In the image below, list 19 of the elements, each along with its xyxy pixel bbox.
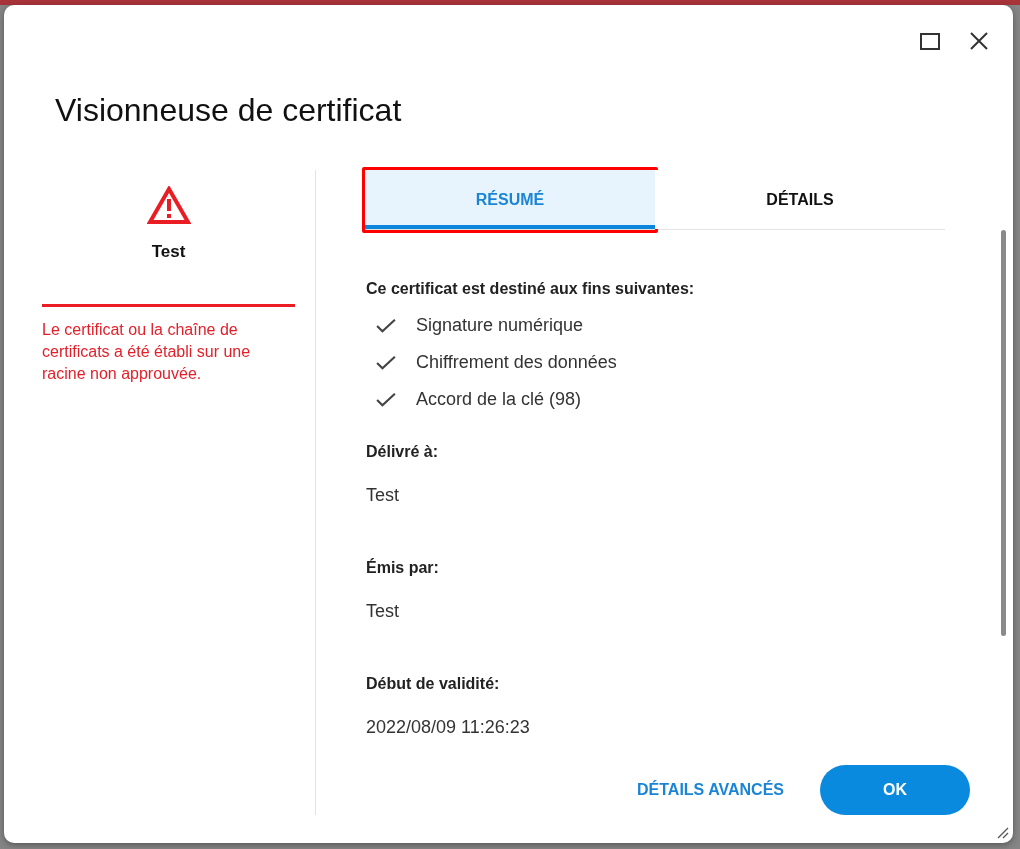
purpose-label: Signature numérique — [416, 315, 584, 336]
resize-grip-icon[interactable] — [997, 827, 1009, 839]
status-message: Le certificat ou la chaîne de certificats a été établi sur une racine non approuvée. — [42, 320, 252, 384]
certificate-subject: Test — [151, 241, 186, 263]
scrollbar-thumb[interactable] — [1001, 230, 1006, 636]
tab[interactable]: RÉSUMÉ — [365, 170, 655, 229]
field-label: Émis par: — [366, 558, 440, 578]
field-label: Délivré à: — [366, 442, 440, 462]
primary-button[interactable]: OK — [820, 765, 970, 815]
field-value: 2022/08/09 11:26:23 — [366, 716, 531, 739]
dialog-title: Visionneuse de certificat — [55, 91, 403, 129]
purposes-heading: Ce certificat est destiné aux fins suivantes: — [366, 279, 696, 299]
field-value: Test — [366, 600, 400, 623]
purpose-label: Accord de la clé (98) — [416, 389, 582, 410]
maximize-icon[interactable] — [920, 32, 940, 50]
purpose-label: Chiffrement des données — [416, 352, 617, 373]
field-value: Test — [366, 484, 400, 507]
close-icon[interactable] — [970, 32, 988, 50]
field-label: Début de validité: — [366, 674, 501, 694]
